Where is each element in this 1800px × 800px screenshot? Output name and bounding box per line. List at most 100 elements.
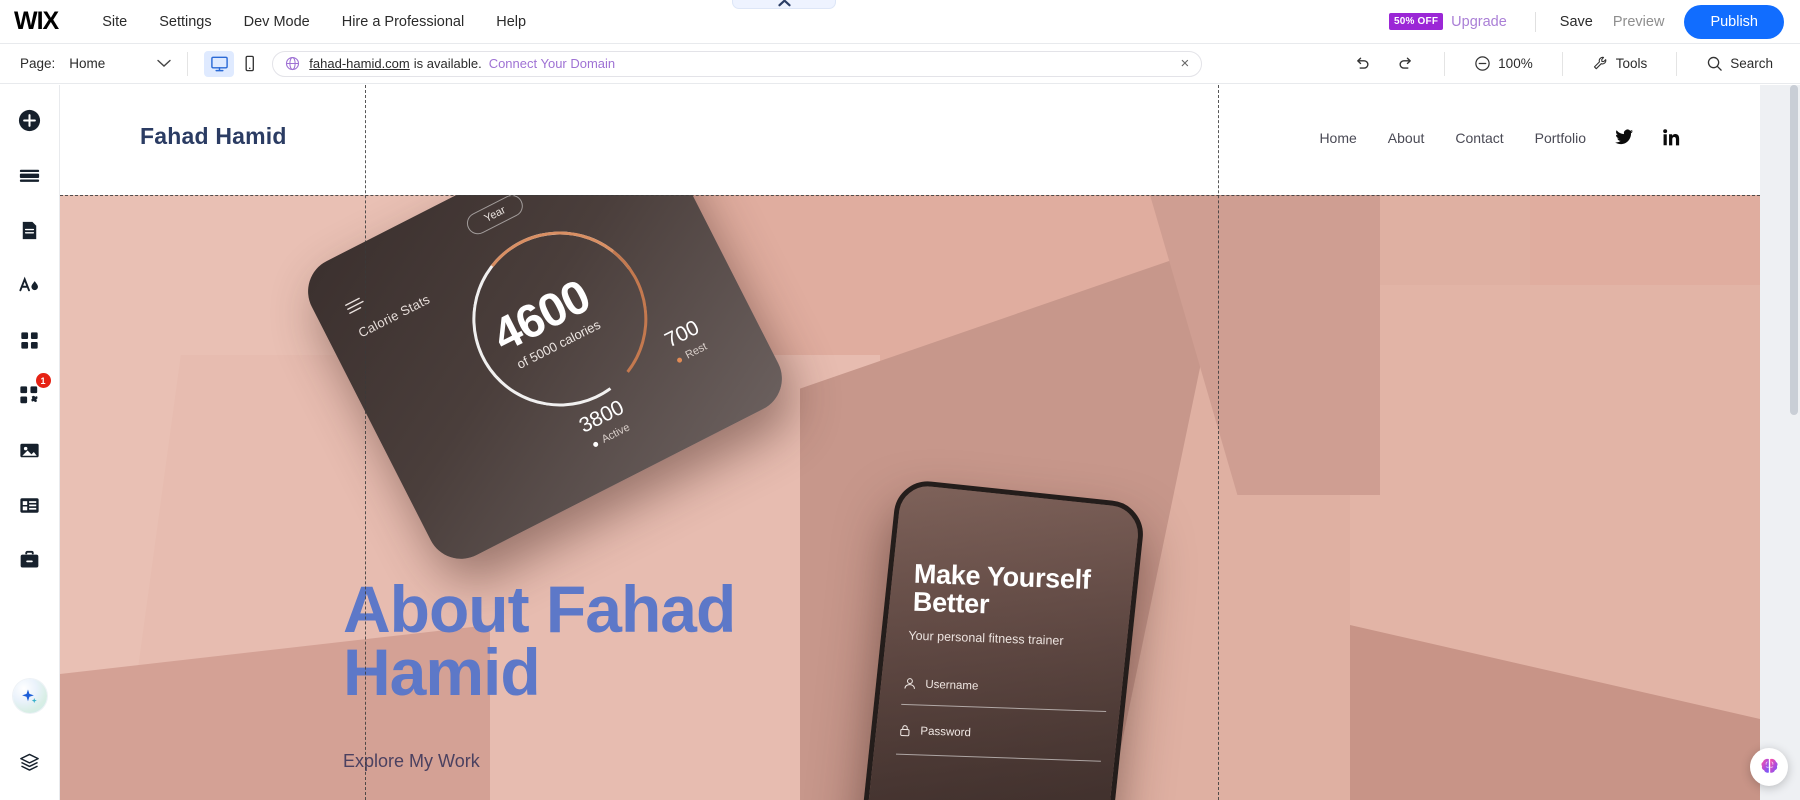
tools-button[interactable]: Tools bbox=[1579, 55, 1661, 72]
wix-logo[interactable]: WIX bbox=[14, 7, 59, 36]
hero-title[interactable]: About Fahad Hamid bbox=[343, 576, 736, 705]
sidebar-item-apps[interactable] bbox=[10, 320, 50, 360]
sidebar-item-pages[interactable] bbox=[10, 210, 50, 250]
undo-button[interactable] bbox=[1340, 55, 1384, 73]
mobile-icon bbox=[245, 55, 254, 72]
upgrade-link[interactable]: Upgrade bbox=[1451, 14, 1507, 30]
scrollbar-thumb[interactable] bbox=[1790, 85, 1798, 415]
linkedin-icon[interactable] bbox=[1663, 129, 1680, 146]
image-icon bbox=[20, 443, 39, 457]
search-button[interactable]: Search bbox=[1693, 55, 1786, 72]
mobile-view-button[interactable] bbox=[234, 51, 264, 77]
guide-line-vertical bbox=[1218, 85, 1219, 800]
active-stat: 3800 Active bbox=[576, 396, 635, 452]
publish-button[interactable]: Publish bbox=[1684, 4, 1784, 39]
collapse-toolbar-handle[interactable] bbox=[732, 0, 836, 9]
nav-link-portfolio[interactable]: Portfolio bbox=[1535, 130, 1586, 146]
close-icon[interactable]: × bbox=[1169, 56, 1190, 71]
zoom-out-icon bbox=[1475, 56, 1490, 71]
divider bbox=[1534, 11, 1536, 32]
design-icon bbox=[19, 276, 38, 291]
preview-button[interactable]: Preview bbox=[1603, 14, 1675, 30]
editor-second-bar: Page: Home fahad-hamid.com is available.… bbox=[0, 44, 1800, 84]
sidebar-item-media[interactable] bbox=[10, 430, 50, 470]
globe-icon bbox=[285, 56, 300, 71]
search-label: Search bbox=[1730, 56, 1773, 71]
sidebar-item-layers[interactable] bbox=[10, 742, 50, 782]
password-placeholder: Password bbox=[920, 724, 972, 739]
plus-circle-icon bbox=[18, 109, 41, 131]
hero-subtitle[interactable]: Explore My Work bbox=[343, 751, 480, 772]
discount-badge: 50% OFF bbox=[1388, 13, 1444, 30]
legend-dot-icon bbox=[676, 356, 683, 363]
zoom-level: 100% bbox=[1498, 56, 1533, 71]
pages-icon bbox=[22, 221, 37, 239]
hero-section[interactable]: Calorie Stats Year 4600 of 5000 calories… bbox=[60, 195, 1760, 800]
save-button[interactable]: Save bbox=[1550, 14, 1603, 30]
sidebar-item-content-manager[interactable] bbox=[10, 485, 50, 525]
zoom-out-button[interactable]: 100% bbox=[1461, 55, 1546, 72]
hamburger-icon bbox=[344, 295, 370, 320]
phone-headline: Make Yourself Better bbox=[912, 559, 1124, 624]
editor-canvas[interactable]: Fahad Hamid Home About Contact Portfolio bbox=[60, 85, 1800, 800]
menu-help[interactable]: Help bbox=[480, 0, 542, 44]
ai-brain-button[interactable] bbox=[1750, 748, 1788, 786]
guide-line-horizontal bbox=[60, 195, 1760, 196]
guide-line-vertical bbox=[365, 85, 366, 800]
editor-top-bar: WIX Site Settings Dev Mode Hire a Profes… bbox=[0, 0, 1800, 44]
divider bbox=[187, 51, 189, 76]
nav-link-contact[interactable]: Contact bbox=[1455, 130, 1503, 146]
apps-grid-icon bbox=[21, 331, 38, 349]
wrench-icon bbox=[1593, 56, 1606, 70]
chevron-up-icon bbox=[777, 0, 791, 7]
page-dropdown-button[interactable] bbox=[157, 59, 171, 68]
phone-period-tab: Year bbox=[463, 195, 527, 239]
menu-site[interactable]: Site bbox=[86, 0, 143, 44]
sparkle-icon bbox=[22, 688, 37, 703]
search-icon bbox=[1708, 56, 1722, 71]
domain-banner: fahad-hamid.com is available. Connect Yo… bbox=[272, 50, 1203, 77]
desktop-view-button[interactable] bbox=[204, 50, 235, 77]
redo-button[interactable] bbox=[1384, 55, 1428, 73]
redo-icon bbox=[1399, 57, 1412, 69]
rest-stat: 700 Rest bbox=[661, 316, 710, 367]
nav-link-home[interactable]: Home bbox=[1319, 130, 1356, 146]
page-label: Page: bbox=[20, 56, 56, 71]
top-bar-actions: 50% OFF Upgrade Save Preview Publish bbox=[1388, 4, 1800, 39]
sidebar-item-business-tools[interactable] bbox=[10, 540, 50, 580]
menu-dev-mode[interactable]: Dev Mode bbox=[228, 0, 326, 44]
domain-status: is available. bbox=[413, 56, 482, 71]
divider bbox=[1676, 51, 1678, 76]
phone-mockup-login: Make Yourself Better Your personal fitne… bbox=[853, 478, 1147, 800]
table-icon bbox=[20, 497, 39, 513]
divider bbox=[1444, 51, 1446, 76]
menu-settings[interactable]: Settings bbox=[143, 0, 227, 44]
site-preview[interactable]: Fahad Hamid Home About Contact Portfolio bbox=[60, 85, 1760, 800]
briefcase-icon bbox=[20, 550, 39, 568]
user-icon bbox=[904, 678, 915, 689]
hero-title-line2: Hamid bbox=[343, 634, 541, 709]
username-placeholder: Username bbox=[925, 678, 979, 693]
domain-name[interactable]: fahad-hamid.com bbox=[309, 56, 409, 71]
chevron-down-icon bbox=[157, 59, 171, 67]
phone-headline-line2: Better bbox=[912, 586, 990, 620]
twitter-icon[interactable] bbox=[1615, 129, 1634, 146]
canvas-scrollbar[interactable] bbox=[1790, 85, 1798, 800]
connect-domain-link[interactable]: Connect Your Domain bbox=[489, 56, 615, 71]
site-brand[interactable]: Fahad Hamid bbox=[140, 123, 287, 150]
sidebar-item-add-elements[interactable] bbox=[10, 100, 50, 140]
lock-icon bbox=[900, 725, 910, 737]
desktop-icon bbox=[210, 56, 228, 72]
sidebar-item-add-section[interactable] bbox=[10, 155, 50, 195]
site-header[interactable]: Fahad Hamid Home About Contact Portfolio bbox=[60, 85, 1760, 195]
legend-dot-icon bbox=[592, 440, 600, 448]
site-nav: Home About Contact Portfolio bbox=[1288, 129, 1680, 146]
layers-icon bbox=[20, 753, 39, 771]
nav-link-about[interactable]: About bbox=[1388, 130, 1425, 146]
menu-hire-a-professional[interactable]: Hire a Professional bbox=[326, 0, 481, 44]
sidebar-item-app-market[interactable]: 1 bbox=[10, 373, 51, 415]
sidebar-item-site-design[interactable] bbox=[10, 265, 50, 305]
current-page-name[interactable]: Home bbox=[69, 56, 105, 71]
ai-assistant-button[interactable] bbox=[12, 679, 47, 713]
undo-icon bbox=[1357, 57, 1369, 69]
